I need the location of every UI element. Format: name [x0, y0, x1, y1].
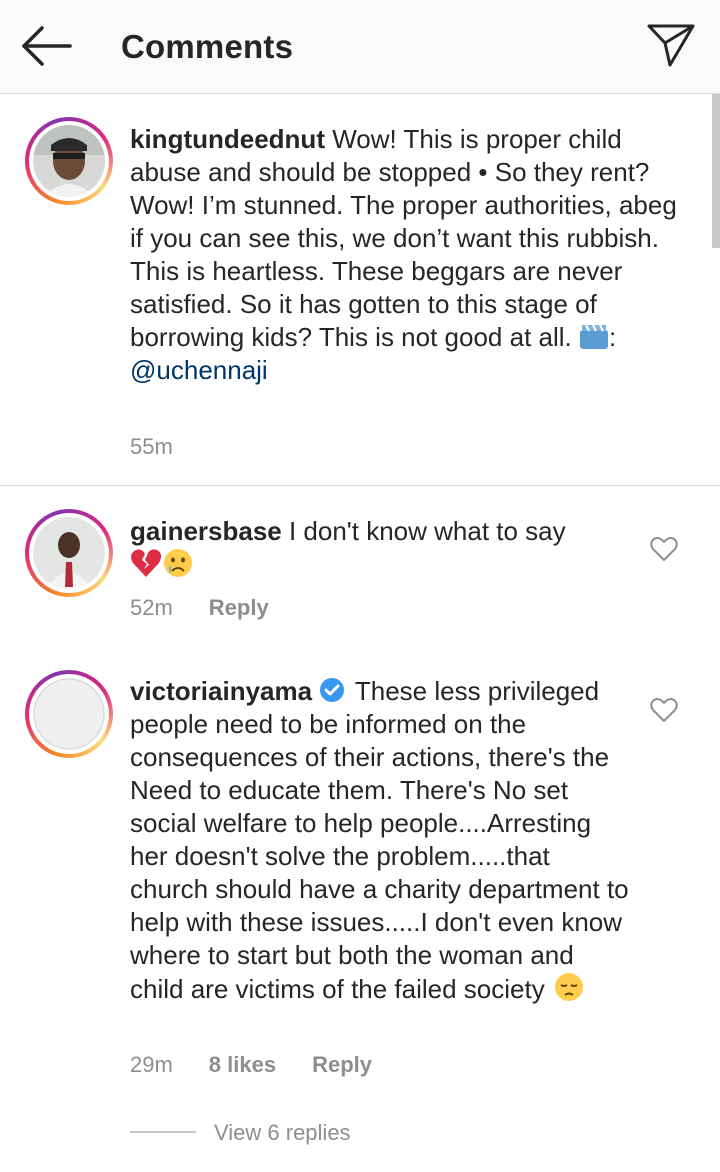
back-arrow-icon[interactable]	[20, 24, 74, 68]
avatar[interactable]	[25, 117, 113, 205]
verified-badge-icon	[320, 678, 345, 702]
top-bar: Comments	[0, 0, 720, 94]
comment-meta: 29m 8 likes Reply	[130, 1052, 408, 1078]
comment-text-tail: :	[608, 322, 617, 352]
user-photo-victoriainyama	[33, 678, 105, 750]
comment-body: gainersbase I don't know what to say	[130, 515, 630, 582]
broken-heart-emoji-icon	[131, 549, 162, 577]
mention-link[interactable]: @uchennaji	[130, 355, 268, 385]
comment-username[interactable]: gainersbase	[130, 516, 282, 546]
comment-username[interactable]: kingtundeednut	[130, 124, 325, 154]
comment-time: 55m	[130, 434, 173, 459]
comment-text: Wow! This is proper child abuse and shou…	[130, 124, 677, 352]
comment-text: I don't know what to say	[281, 516, 566, 546]
comment-body: kingtundeednut Wow! This is proper child…	[130, 123, 690, 387]
likes-count[interactable]: 8 likes	[209, 1052, 276, 1077]
reply-button[interactable]: Reply	[312, 1052, 372, 1077]
page-title: Comments	[121, 28, 294, 65]
user-photo-gainersbase	[33, 517, 105, 589]
comment-body: victoriainyama These less privileged peo…	[130, 675, 630, 1006]
divider	[0, 485, 720, 486]
reply-button[interactable]: Reply	[209, 595, 269, 620]
replies-divider-line	[130, 1131, 196, 1133]
pensive-face-emoji-icon	[554, 973, 583, 1001]
crying-face-emoji-icon	[164, 549, 192, 577]
comment-meta: 52m Reply	[130, 595, 305, 621]
user-photo-kingtundeednut	[33, 125, 105, 197]
view-replies-button[interactable]: View 6 replies	[214, 1120, 351, 1146]
comment-time: 52m	[130, 595, 173, 620]
comment-username[interactable]: victoriainyama	[130, 676, 312, 706]
scrollbar[interactable]	[712, 94, 720, 248]
send-icon[interactable]	[646, 22, 696, 68]
comment-meta: 55m	[130, 434, 209, 460]
comment-time: 29m	[130, 1052, 173, 1077]
comment-text: These less privileged people need to be …	[130, 676, 629, 1004]
like-heart-icon[interactable]	[650, 697, 678, 723]
video-camera-emoji-icon	[579, 324, 608, 349]
avatar[interactable]	[25, 670, 113, 758]
avatar[interactable]	[25, 509, 113, 597]
like-heart-icon[interactable]	[650, 536, 678, 562]
